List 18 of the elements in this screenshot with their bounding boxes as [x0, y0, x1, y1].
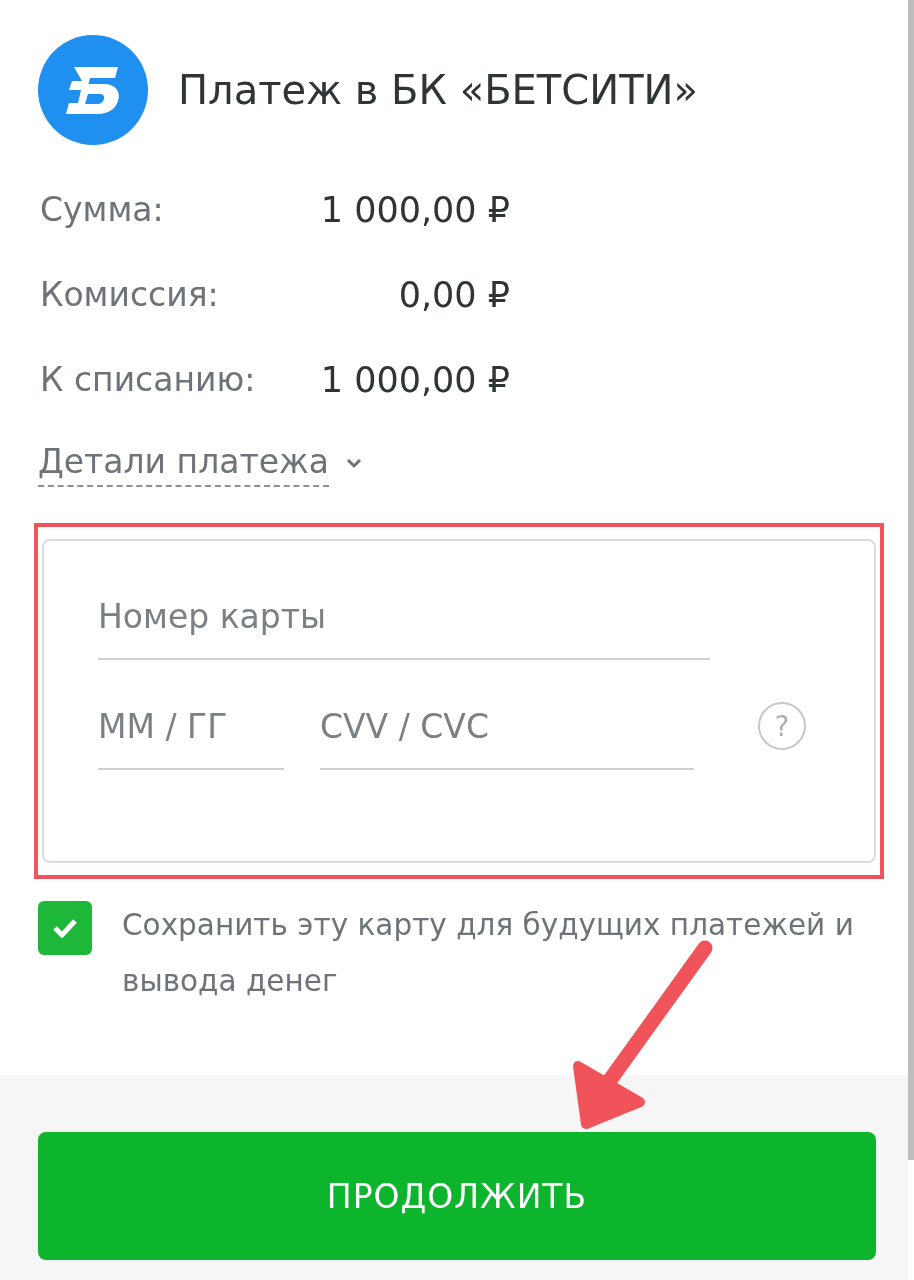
- page-title: Платеж в БК «БЕТСИТИ»: [178, 67, 698, 113]
- chevron-icon[interactable]: [344, 456, 363, 469]
- checkbox-label: Сохранить эту карту для будущих платежей и вывода денег: [122, 907, 855, 1000]
- summary-label: К списанию:: [40, 360, 256, 399]
- logo-icon: [38, 35, 148, 145]
- summary-label: Комиссия:: [40, 275, 219, 314]
- summary-label: Сумма:: [40, 190, 164, 229]
- input-field[interactable]: Номер карты: [98, 597, 710, 660]
- input-field[interactable]: CVV / CVC: [320, 707, 694, 770]
- input-field[interactable]: ММ / ГГ: [98, 707, 284, 770]
- summary-value: 0,00 ₽: [398, 274, 510, 315]
- check-icon: [52, 918, 78, 938]
- details-link[interactable]: Детали платежа: [38, 442, 329, 487]
- summary-value: 1 000,00 ₽: [320, 359, 510, 400]
- summary-value: 1 000,00 ₽: [320, 189, 510, 230]
- continue-button[interactable]: ПРОДОЛЖИТЬ: [38, 1132, 876, 1260]
- checkbox[interactable]: [38, 901, 92, 955]
- help-button[interactable]: ?: [758, 702, 806, 750]
